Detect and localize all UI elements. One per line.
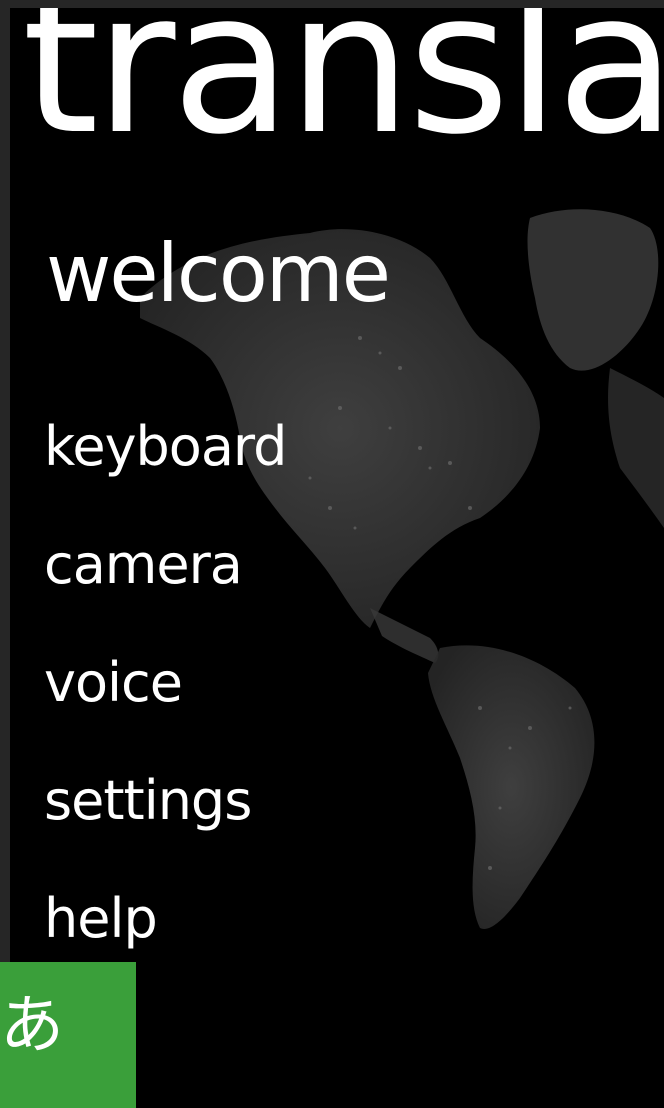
europe-edge-landmass (608, 368, 664, 528)
south-america-landmass (428, 645, 595, 929)
app-screen: translator welcome keyboard camera voice… (10, 8, 664, 1108)
map-texture (308, 336, 572, 870)
menu-item-settings[interactable]: settings (44, 774, 286, 892)
device-frame: translator welcome keyboard camera voice… (0, 0, 664, 1108)
app-title: translator (22, 8, 664, 178)
menu-item-camera[interactable]: camera (44, 538, 286, 656)
menu-item-keyboard[interactable]: keyboard (44, 420, 287, 538)
app-tile[interactable]: あ (0, 962, 136, 1108)
menu-item-voice[interactable]: voice (44, 656, 286, 774)
hiragana-a-icon: あ (0, 989, 64, 1063)
greenland-landmass (527, 209, 659, 371)
central-america-landmass (370, 608, 439, 663)
page-title: welcome (46, 227, 391, 320)
